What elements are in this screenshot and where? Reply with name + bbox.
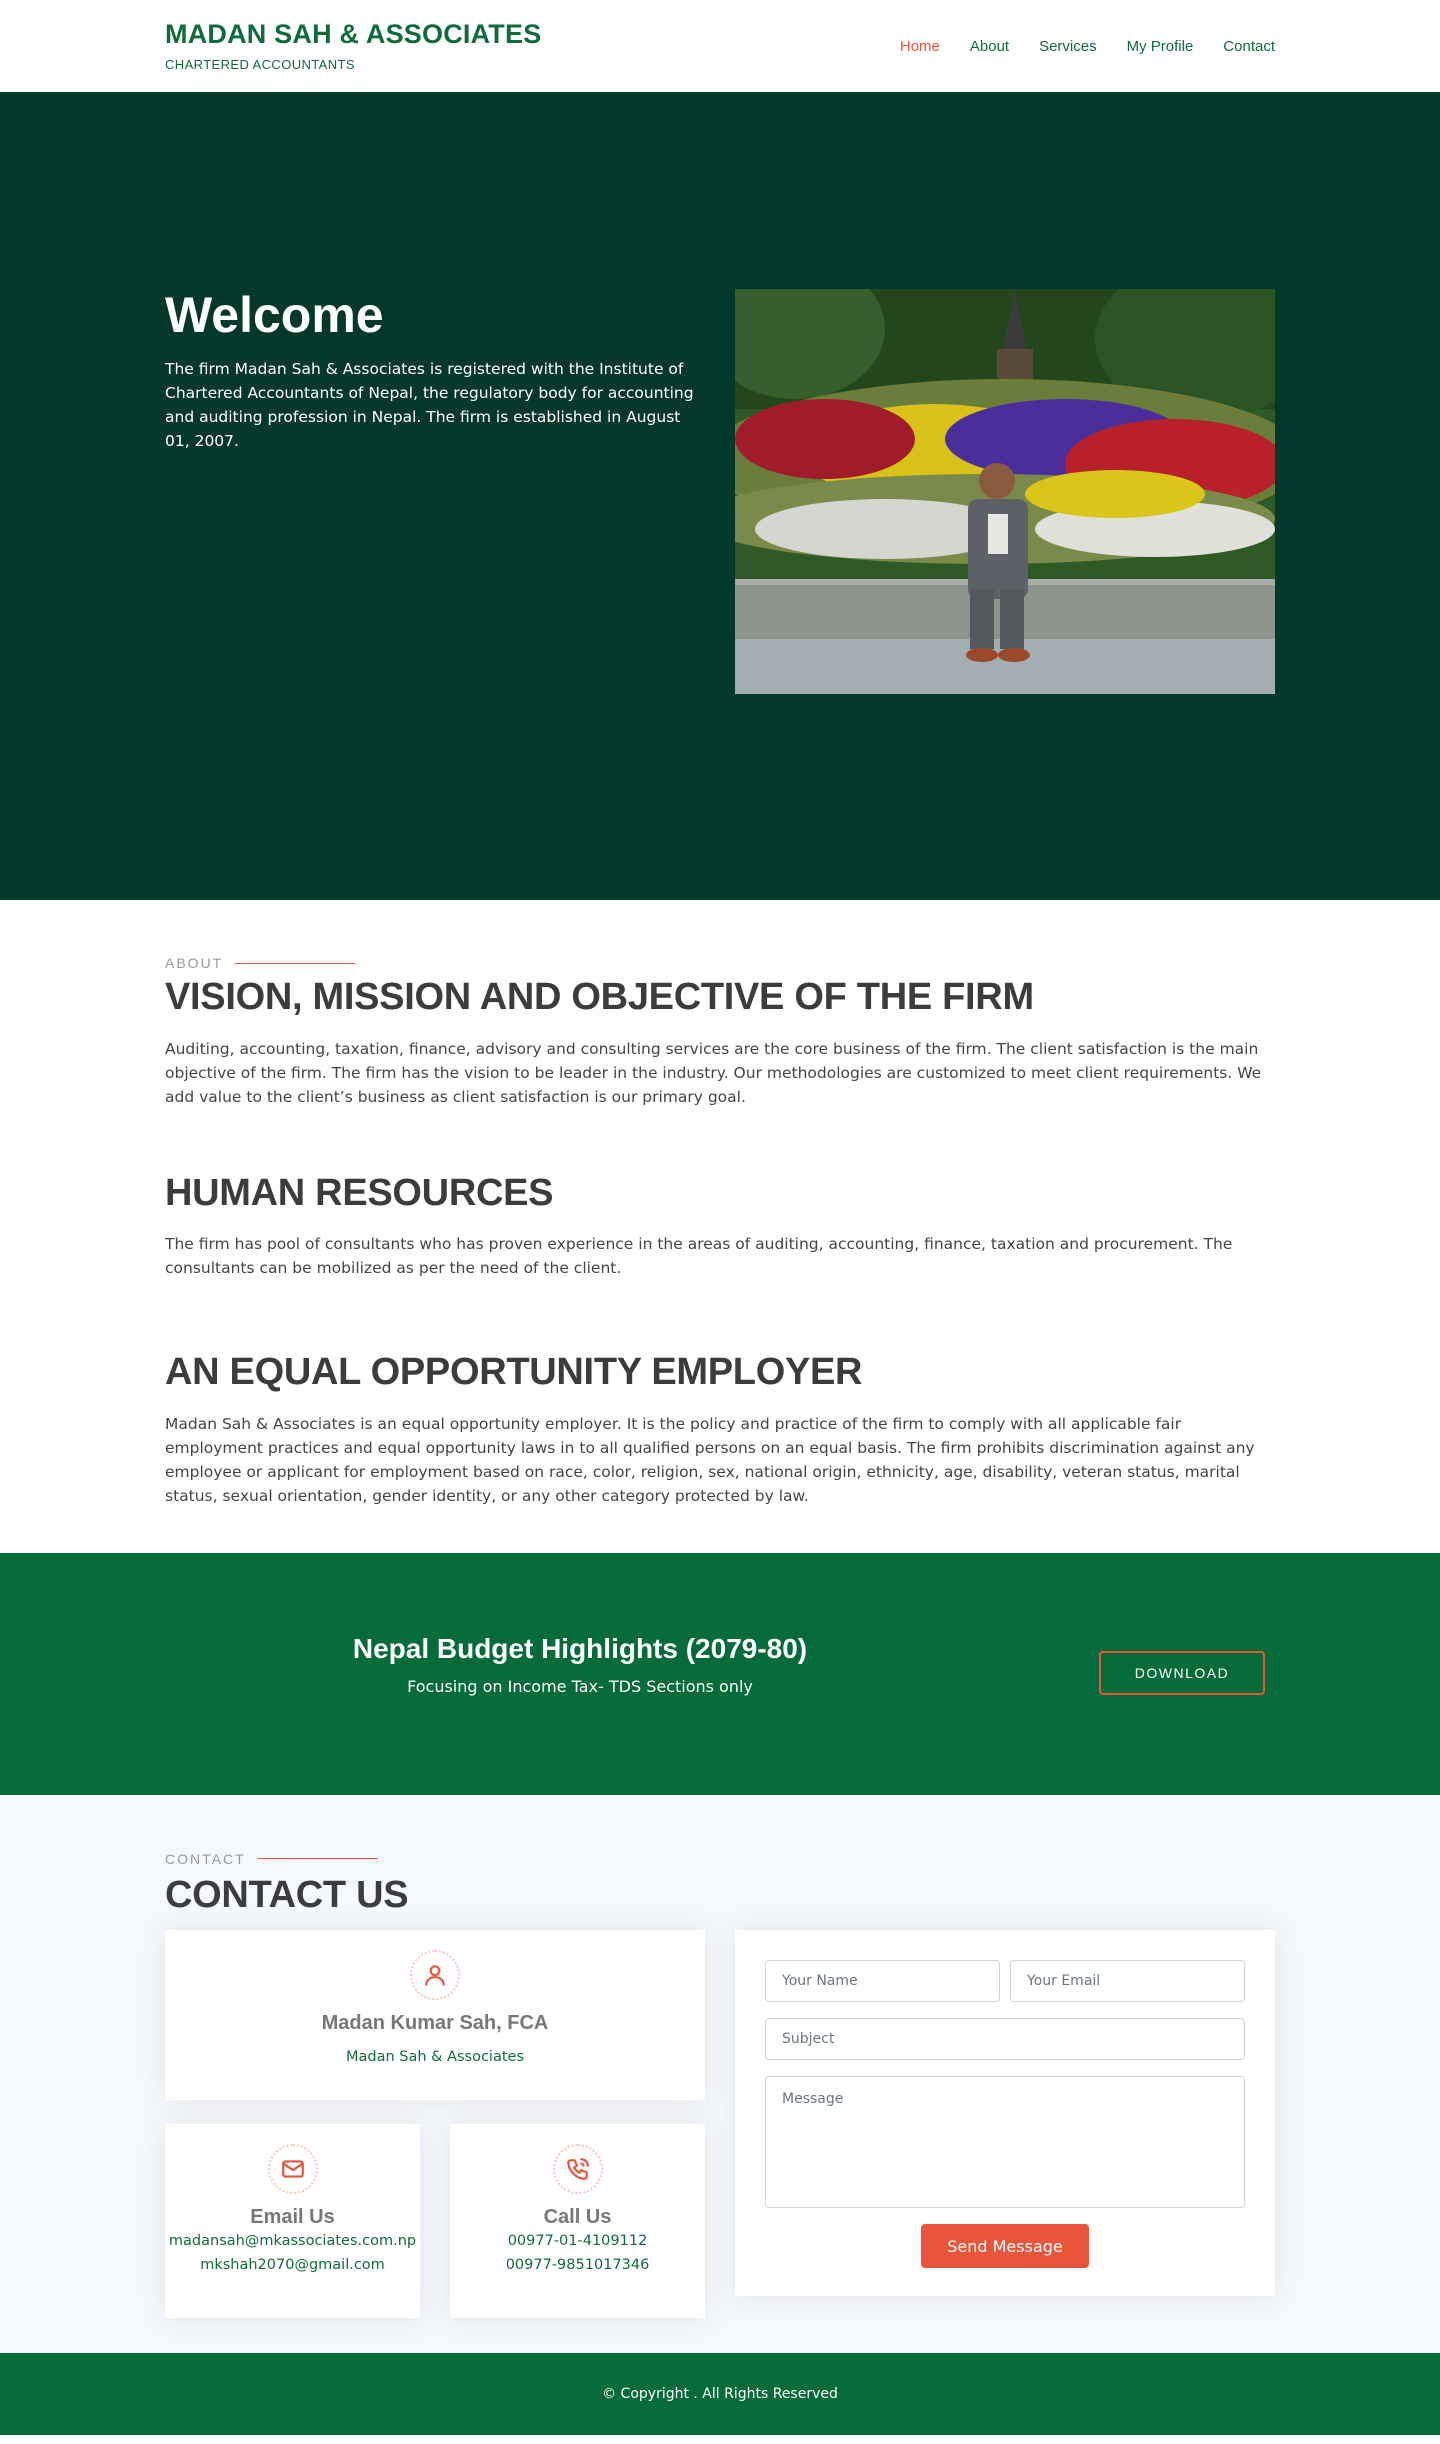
person-card: Madan Kumar Sah, FCA Madan Sah & Associa… [165,1930,705,2101]
human-resources-text: The firm has pool of consultants who has… [165,1235,1233,1278]
cta-subtitle: Focusing on Income Tax- TDS Sections onl… [407,1676,753,1696]
send-message-button[interactable]: Send Message [921,2224,1089,2269]
person-firm: Madan Sah & Associates [345,2049,525,2066]
nav-contact[interactable]: Contact [1223,38,1275,55]
hero-title: Welcome [165,287,384,343]
garden-portrait-image [735,289,1275,694]
download-button[interactable]: DOWNLOAD [1099,1650,1265,1695]
equal-opportunity-title: AN EQUAL OPPORTUNITY EMPLOYER [165,1351,863,1394]
user-icon [410,1950,460,2001]
logo-title[interactable]: MADAN SAH & ASSOCIATES [165,19,541,50]
contact-form: Your Name Your Email Subject Message Sen… [735,1930,1275,2297]
about-tag: ABOUT [165,955,1275,971]
contact-grid: Madan Kumar Sah, FCA Madan Sah & Associa… [165,1930,1275,2320]
logo-subtitle: CHARTERED ACCOUNTANTS [165,57,355,73]
cta-title: Nepal Budget Highlights (2079-80) [352,1632,808,1664]
email-address-secondary[interactable]: mkshah2070@gmail.com [165,2253,420,2277]
call-card: Call Us 00977-01-4109112 00977-985101734… [450,2124,705,2319]
phone-number-office[interactable]: 00977-01-4109112 [450,2229,705,2253]
phone-number-mobile[interactable]: 00977-9851017346 [450,2253,705,2277]
budget-highlights-band: Nepal Budget Highlights (2079-80) Focusi… [0,1552,1440,1795]
hero-description: The firm Madan Sah & Associates is regis… [165,360,694,450]
vision-title: VISION, MISSION AND OBJECTIVE OF THE FIR… [165,976,1034,1018]
email-address-primary[interactable]: madansah@mkassociates.com.np [165,2229,420,2253]
nav-services[interactable]: Services [1039,38,1097,55]
message-textarea[interactable]: Message [765,2076,1245,2209]
name-input[interactable]: Your Name [765,1960,1000,2003]
copyright-text: © Copyright . All Rights Reserved [602,2385,838,2402]
form-row-name-email: Your Name Your Email [765,1960,1245,2003]
main-nav: Home About Services My Profile Contact [900,38,1275,55]
envelope-icon [267,2144,318,2195]
logo[interactable]: MADAN SAH & ASSOCIATES CHARTERED ACCOUNT… [165,19,541,73]
contact-section: CONTACT CONTACT US Madan Kumar Sah, FCA … [0,1794,1440,2353]
email-input[interactable]: Your Email [1010,1960,1245,2003]
equal-opportunity-text: Madan Sah & Associates is an equal oppor… [165,1414,1255,1505]
subject-input[interactable]: Subject [765,2018,1245,2061]
email-card: Email Us madansah@mkassociates.com.np mk… [165,2124,420,2319]
hero-photo [735,289,1275,694]
email-title: Email Us [250,2206,335,2229]
hero-section: Welcome The firm Madan Sah & Associates … [0,92,1440,900]
contact-title: CONTACT US [165,1873,409,1916]
call-title: Call Us [543,2206,612,2229]
nav-about[interactable]: About [970,38,1009,55]
vision-text: Auditing, accounting, taxation, finance,… [165,1039,1262,1106]
nav-my-profile[interactable]: My Profile [1127,38,1194,55]
about-section: ABOUT VISION, MISSION AND OBJECTIVE OF T… [0,900,1440,1553]
hero-text: Welcome The firm Madan Sah & Associates … [165,288,705,453]
nav-home[interactable]: Home [900,38,940,55]
contact-tag: CONTACT [165,1851,1275,1867]
phone-icon [552,2144,603,2195]
person-name: Madan Kumar Sah, FCA [321,2012,549,2035]
site-footer: © Copyright . All Rights Reserved [0,2352,1440,2435]
site-header: MADAN SAH & ASSOCIATES CHARTERED ACCOUNT… [0,0,1440,92]
cta-text: Nepal Budget Highlights (2079-80) Focusi… [165,1633,995,1696]
human-resources-title: HUMAN RESOURCES [165,1171,554,1214]
